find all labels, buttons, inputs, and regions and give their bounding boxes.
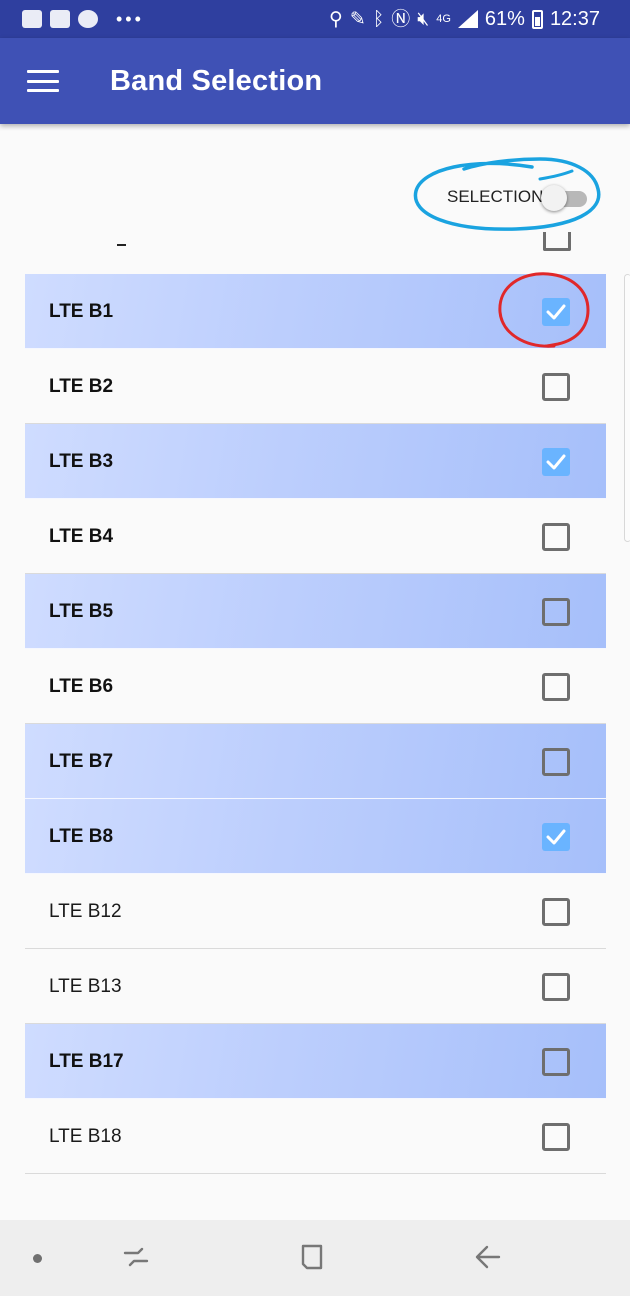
back-icon[interactable] (473, 1242, 503, 1272)
band-row[interactable]: LTE B12 (25, 874, 606, 949)
battery-icon (531, 9, 543, 29)
signal-icon (457, 10, 478, 28)
status-notifications: ••• (0, 9, 144, 30)
band-checkbox[interactable] (542, 673, 570, 701)
band-label: LTE B7 (49, 751, 114, 772)
app-bar: Band Selection (0, 38, 630, 124)
status-system: ⚲ ✎ ᛒ Ⓝ 🔇︎ 4G 61% 12:37 (329, 8, 630, 31)
band-row[interactable]: LTE B13 (25, 949, 606, 1024)
band-label: LTE B6 (49, 676, 114, 697)
band-label: LTE B8 (49, 826, 114, 847)
location-icon: ⚲ (328, 8, 343, 30)
red-annotation-circle (498, 272, 590, 348)
nfc-icon: Ⓝ (391, 8, 411, 30)
mute-icon: 🔇︎ (417, 8, 430, 30)
gallery-icon (22, 10, 42, 28)
scrollbar-thumb[interactable] (624, 274, 630, 542)
nav-indicator-dot (33, 1254, 42, 1263)
band-label: LTE B3 (49, 451, 114, 472)
band-checkbox[interactable] (542, 973, 570, 1001)
navigation-bar (0, 1220, 630, 1296)
band-checkbox[interactable] (542, 1123, 570, 1151)
band-row[interactable]: LTE B17 (25, 1024, 606, 1099)
band-label: LTE B13 (49, 976, 122, 997)
clock: 12:37 (549, 7, 600, 30)
band-row[interactable]: LTE B7 (25, 724, 606, 799)
band-checkbox[interactable] (542, 1048, 570, 1076)
band-checkbox[interactable] (542, 748, 570, 776)
band-row[interactable]: LTE B8 (25, 799, 606, 874)
status-bar: ••• ⚲ ✎ ᛒ Ⓝ 🔇︎ 4G 61% 12:37 (0, 0, 630, 38)
checkmark-icon (546, 454, 566, 470)
band-row[interactable]: LTE B2 (25, 349, 606, 424)
band-row[interactable]: LTE B3 (25, 424, 606, 499)
band-checkbox[interactable] (542, 523, 570, 551)
battery-percent: 61% (484, 7, 525, 30)
recents-icon[interactable] (121, 1242, 151, 1272)
band-label: LTE B4 (49, 526, 114, 547)
band-row[interactable]: LTE B4 (25, 499, 606, 574)
page-title: Band Selection (110, 64, 323, 97)
hamburger-menu-icon[interactable] (27, 70, 59, 92)
band-checkbox[interactable] (542, 898, 570, 926)
band-checkbox[interactable] (542, 373, 570, 401)
band-row[interactable]: LTE B6 (25, 649, 606, 724)
band-label: LTE B1 (49, 301, 114, 322)
partial-row-label (117, 244, 126, 246)
band-checkbox[interactable] (542, 598, 570, 626)
home-icon[interactable] (297, 1242, 327, 1272)
checkmark-icon (546, 829, 566, 845)
edit-icon: ✎ (349, 8, 366, 30)
band-checkbox-checked[interactable] (542, 448, 570, 476)
bluetooth-icon: ᛒ (372, 8, 385, 30)
band-label: LTE B18 (49, 1126, 122, 1147)
band-label: LTE B17 (49, 1051, 124, 1072)
band-label: LTE B2 (49, 376, 114, 397)
band-row[interactable]: LTE B5 (25, 574, 606, 649)
band-checkbox-checked[interactable] (542, 823, 570, 851)
band-label: LTE B12 (49, 901, 122, 922)
network-type: 4G (436, 13, 451, 25)
line-icon (78, 10, 98, 28)
band-row[interactable]: LTE B18 (25, 1099, 606, 1174)
notification-icon (50, 10, 70, 28)
partial-row-checkbox[interactable] (543, 232, 571, 251)
more-notifications-icon: ••• (116, 8, 144, 29)
band-label: LTE B5 (49, 601, 114, 622)
blue-annotation-circle (413, 157, 601, 231)
band-list: LTE B1 LTE B2 LTE B3 LTE B4 LTE B5 LTE B6 LTE … (25, 274, 606, 1174)
